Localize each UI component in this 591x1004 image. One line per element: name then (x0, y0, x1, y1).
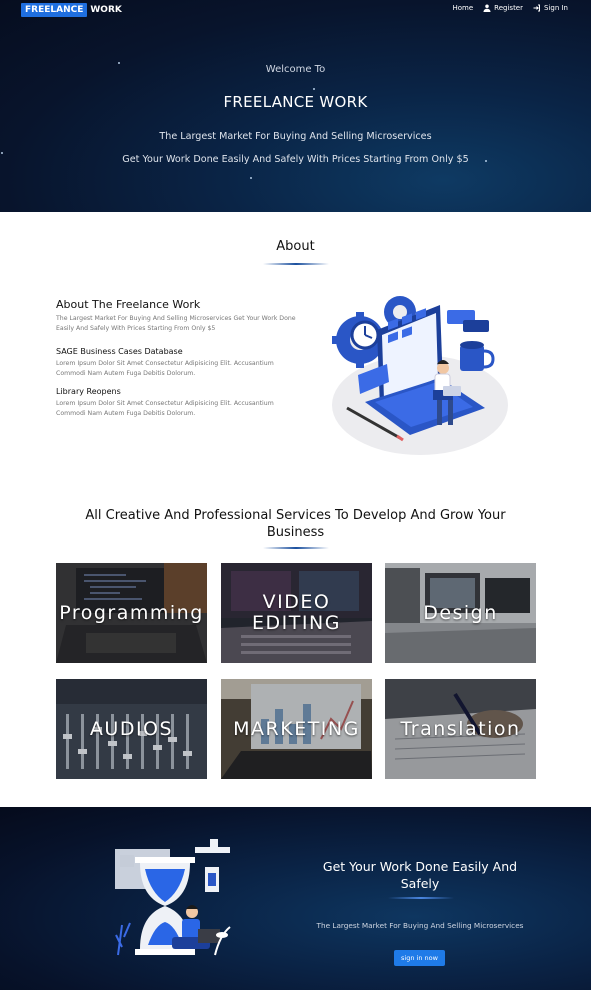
service-tile-design[interactable]: Design (385, 563, 536, 663)
tile-label: VIDEO EDITING (252, 591, 341, 634)
tile-label: Translation (400, 717, 521, 740)
nav-home-label: Home (452, 4, 474, 12)
about-item-title: SAGE Business Cases Database (56, 347, 183, 356)
sign-in-icon (533, 4, 540, 12)
user-icon (483, 4, 491, 12)
about-title: About The Freelance Work (56, 298, 201, 311)
about-heading-underline (263, 263, 329, 265)
logo-text: WORK (90, 5, 122, 15)
tile-label: AUDIOS (89, 717, 174, 740)
about-item-text: Lorem Ipsum Dolor Sit Amet Consectetur A… (56, 360, 274, 377)
hero-subtitle: The Largest Market For Buying And Sellin… (159, 131, 432, 142)
about-item-text: Lorem Ipsum Dolor Sit Amet Consectetur A… (56, 400, 274, 417)
service-tile-marketing[interactable]: MARKETING (221, 679, 372, 779)
cta-title: Get Your Work Done Easily And Safely (322, 859, 518, 891)
laptop-work-illustration (332, 296, 508, 455)
sign-in-now-button[interactable]: sign in now (394, 950, 445, 966)
tile-label: Programming (59, 601, 204, 624)
logo-box: FREELANCE (21, 3, 88, 17)
service-tile-video-editing[interactable]: VIDEO EDITING (221, 563, 372, 663)
service-tile-programming[interactable]: Programming (56, 563, 207, 663)
cta-section: Get Your Work Done Easily And Safely The… (0, 807, 591, 990)
nav-register-link[interactable]: Register (483, 4, 523, 12)
hero-section: FREELANCE WORK Home Register Sign In Wel… (0, 0, 591, 212)
services-heading-underline (263, 547, 329, 549)
service-tile-audios[interactable]: AUDIOS (56, 679, 207, 779)
hourglass-illustration (115, 839, 231, 956)
nav-menu: Home Register Sign In (453, 4, 568, 12)
tile-label: Design (423, 601, 498, 624)
hero-tagline: Get Your Work Done Easily And Safely Wit… (122, 154, 469, 165)
about-item-title: Library Reopens (56, 387, 121, 396)
about-content: About The Freelance Work The Largest Mar… (56, 298, 296, 419)
nav-register-label: Register (494, 4, 523, 12)
nav-sign-in-label: Sign In (544, 4, 568, 12)
star-decoration (313, 88, 315, 90)
star-decoration (250, 177, 252, 179)
about-text: The Largest Market For Buying And Sellin… (56, 315, 296, 332)
nav-sign-in-link[interactable]: Sign In (533, 4, 568, 12)
tile-label: MARKETING (233, 717, 360, 740)
services-heading: All Creative And Professional Services T… (85, 508, 506, 540)
service-tile-translation[interactable]: Translation (385, 679, 536, 779)
logo[interactable]: FREELANCE WORK (21, 3, 122, 17)
cta-title-underline (388, 897, 454, 899)
hero-welcome: Welcome To (265, 64, 326, 75)
hero-title: FREELANCE WORK (223, 93, 368, 111)
about-heading: About (276, 239, 315, 254)
cta-text: The Largest Market For Buying And Sellin… (316, 921, 524, 930)
navbar: FREELANCE WORK Home Register Sign In (0, 0, 591, 20)
nav-home-link[interactable]: Home (453, 4, 474, 12)
